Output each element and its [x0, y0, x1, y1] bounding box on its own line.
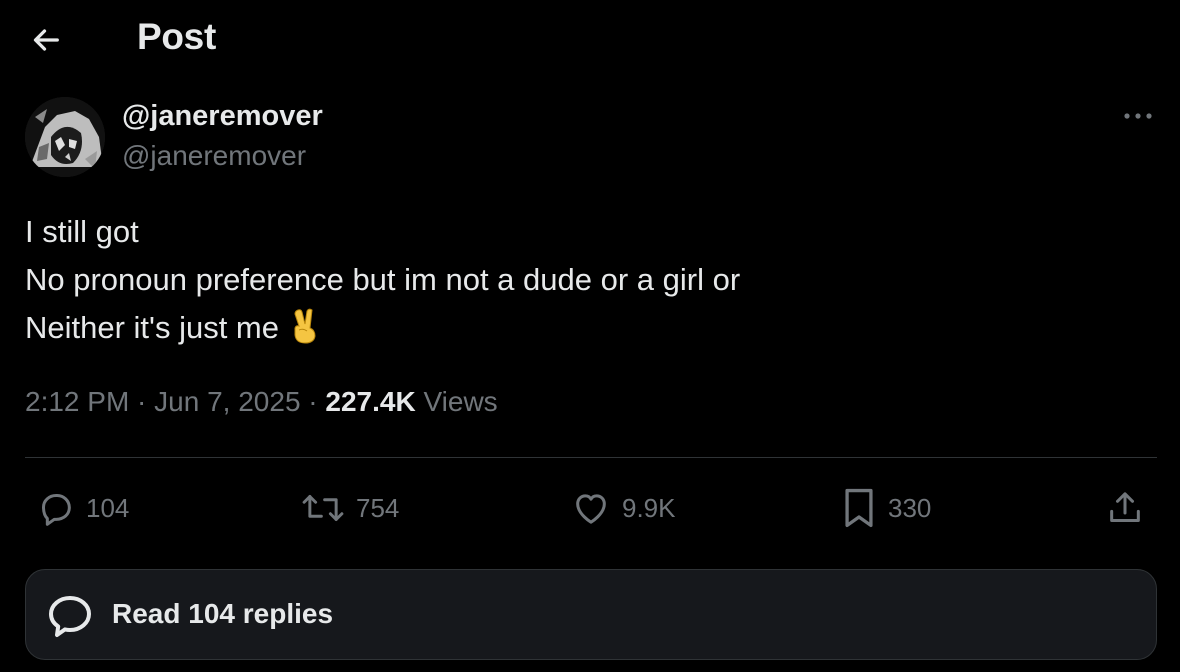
- post-meta: 2:12 PM · Jun 7, 2025 · 227.4K Views: [25, 386, 498, 418]
- avatar-image: [25, 97, 105, 177]
- heart-icon: [576, 494, 606, 524]
- more-dots-icon: [1124, 113, 1152, 119]
- share-button[interactable]: [1105, 484, 1145, 532]
- post-time[interactable]: 2:12 PM: [25, 386, 129, 417]
- bookmark-count: 330: [888, 492, 932, 523]
- top-bar: Post: [0, 0, 1180, 80]
- reply-icon: [42, 494, 71, 526]
- share-icon: [1110, 492, 1140, 522]
- post-text: I still got No pronoun preference but im…: [25, 208, 740, 358]
- post-line-3: Neither it's just me: [25, 310, 279, 345]
- post-line-3-row: Neither it's just me: [25, 304, 740, 358]
- read-replies-label: Read 104 replies: [112, 598, 334, 629]
- divider: [25, 457, 1157, 458]
- reply-button[interactable]: 104: [36, 484, 129, 532]
- bookmark-icon: [845, 488, 873, 528]
- views-count: 227.4K: [325, 386, 416, 417]
- chat-bubble-icon: [49, 596, 91, 637]
- like-button[interactable]: 9.9K: [570, 484, 676, 532]
- post-date[interactable]: Jun 7, 2025: [154, 386, 300, 417]
- post-page: Post @janeremover @janeremover I still g…: [0, 0, 1180, 672]
- repost-button[interactable]: 754: [300, 484, 399, 532]
- victory-hand-emoji-icon: [291, 308, 319, 358]
- author-display-name[interactable]: @janeremover: [122, 100, 323, 133]
- read-replies-button[interactable]: Read 104 replies: [25, 569, 1157, 660]
- author-handle[interactable]: @janeremover: [122, 140, 306, 172]
- views-label: Views: [423, 386, 498, 417]
- like-count: 9.9K: [622, 492, 676, 523]
- repost-count: 754: [356, 492, 400, 523]
- bookmark-button[interactable]: 330: [840, 484, 931, 532]
- avatar[interactable]: [25, 97, 105, 177]
- arrow-left-icon: [33, 29, 59, 51]
- back-button[interactable]: [26, 20, 66, 60]
- reply-count: 104: [86, 492, 130, 523]
- post-line-2: No pronoun preference but im not a dude …: [25, 262, 741, 297]
- repost-icon: [302, 495, 344, 521]
- page-title: Post: [137, 16, 216, 57]
- more-options-button[interactable]: [1118, 100, 1158, 132]
- post-line-1: I still got: [25, 214, 139, 249]
- meta-separator: ·: [129, 386, 155, 417]
- meta-separator: ·: [300, 386, 326, 417]
